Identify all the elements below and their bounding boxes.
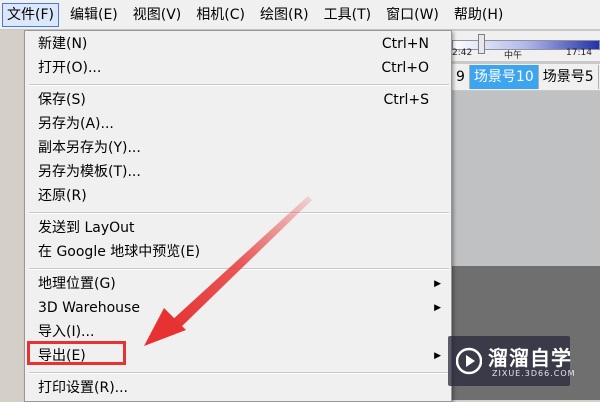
menu-item-google-earth-preview[interactable]: 在 Google 地球中预览(E): [37, 241, 449, 263]
menu-window[interactable]: 窗口(W): [382, 3, 443, 27]
scene-tabs: 9 场景号10 场景号5: [452, 64, 600, 90]
menu-item-print-setup[interactable]: 打印设置(R)...: [37, 377, 449, 399]
slider-thumb[interactable]: [478, 34, 485, 54]
menu-separator: [29, 268, 449, 270]
menu-camera[interactable]: 相机(C): [192, 3, 249, 27]
menu-tools[interactable]: 工具(T): [320, 3, 375, 27]
watermark-title: 溜溜自学: [488, 346, 572, 370]
menu-view[interactable]: 视图(V): [129, 3, 186, 27]
menu-edit[interactable]: 编辑(E): [66, 3, 122, 27]
watermark-subtitle: ZIXUE.3D66.COM: [492, 369, 576, 378]
menu-item-geo-location[interactable]: 地理位置(G) ▶: [37, 273, 449, 295]
scene-tab-10[interactable]: 场景号10: [469, 65, 539, 89]
menu-item-revert[interactable]: 还原(R): [37, 185, 449, 207]
slider-middle-label: 中午: [504, 51, 523, 61]
menu-item-send-to-layout[interactable]: 发送到 LayOut: [37, 217, 449, 239]
submenu-arrow-icon: ▶: [434, 303, 441, 313]
submenu-arrow-icon: ▶: [434, 279, 441, 289]
export-highlight-box: [27, 341, 126, 365]
menu-draw[interactable]: 绘图(R): [256, 3, 313, 27]
play-logo-icon: [456, 347, 482, 375]
menu-help[interactable]: 帮助(H): [450, 3, 507, 27]
menu-file[interactable]: 文件(F): [2, 2, 59, 27]
menu-separator: [29, 212, 449, 214]
menu-separator: [29, 372, 449, 374]
watermark: 溜溜自学 ZIXUE.3D66.COM: [448, 336, 575, 386]
menu-item-save-as-template[interactable]: 另存为模板(T)...: [37, 161, 449, 183]
scene-tab-5[interactable]: 场景号5: [539, 65, 599, 89]
scene-tab-9[interactable]: 9: [452, 65, 470, 89]
menu-item-import[interactable]: 导入(I)...: [37, 321, 449, 343]
menu-item-save-as[interactable]: 另存为(A)...: [37, 113, 449, 135]
submenu-arrow-icon: ▶: [434, 351, 441, 361]
shadow-time-slider[interactable]: 2:42 中午 17:14: [452, 31, 600, 61]
menu-item-open[interactable]: 打开(O)... Ctrl+O: [37, 57, 449, 79]
menu-item-save-copy-as[interactable]: 副本另存为(Y)...: [37, 137, 449, 159]
slider-end-label: 17:14: [566, 48, 592, 58]
slider-start-label: 2:42: [452, 48, 473, 58]
menu-separator: [29, 84, 449, 86]
menu-bar: 文件(F) 编辑(E) 视图(V) 相机(C) 绘图(R) 工具(T) 窗口(W…: [0, 0, 600, 30]
menu-item-new[interactable]: 新建(N) Ctrl+N: [37, 33, 449, 55]
menu-item-3d-warehouse[interactable]: 3D Warehouse ▶: [37, 297, 449, 319]
menu-item-save[interactable]: 保存(S) Ctrl+S: [37, 89, 449, 111]
